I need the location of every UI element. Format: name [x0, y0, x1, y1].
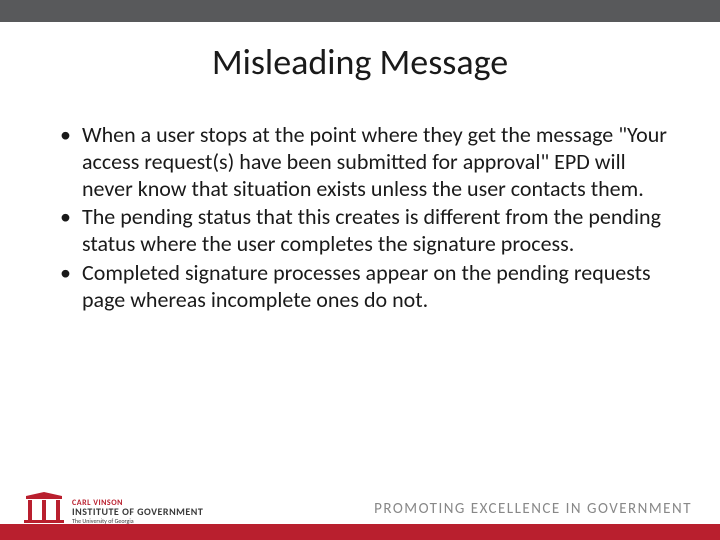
bullet-list: When a user stops at the point where the…: [60, 122, 674, 314]
footer-logo: CARL VINSON INSTITUTE OF GOVERNMENT The …: [24, 486, 244, 524]
bullet-item: When a user stops at the point where the…: [60, 122, 674, 202]
bullet-item: The pending status that this creates is …: [60, 204, 674, 258]
top-bar: [0, 0, 720, 22]
slide-title: Misleading Message: [0, 40, 720, 84]
logo-text: CARL VINSON INSTITUTE OF GOVERNMENT The …: [72, 499, 203, 524]
footer-tagline: PROMOTING EXCELLENCE IN GOVERNMENT: [374, 500, 692, 518]
slide: Misleading Message When a user stops at …: [0, 0, 720, 540]
logo-line: INSTITUTE OF GOVERNMENT: [72, 507, 203, 517]
slide-content: When a user stops at the point where the…: [0, 84, 720, 314]
footer: CARL VINSON INSTITUTE OF GOVERNMENT The …: [0, 480, 720, 540]
bullet-item: Completed signature processes appear on …: [60, 260, 674, 314]
logo-arch-icon: [24, 492, 64, 524]
footer-red-bar: [0, 524, 720, 540]
